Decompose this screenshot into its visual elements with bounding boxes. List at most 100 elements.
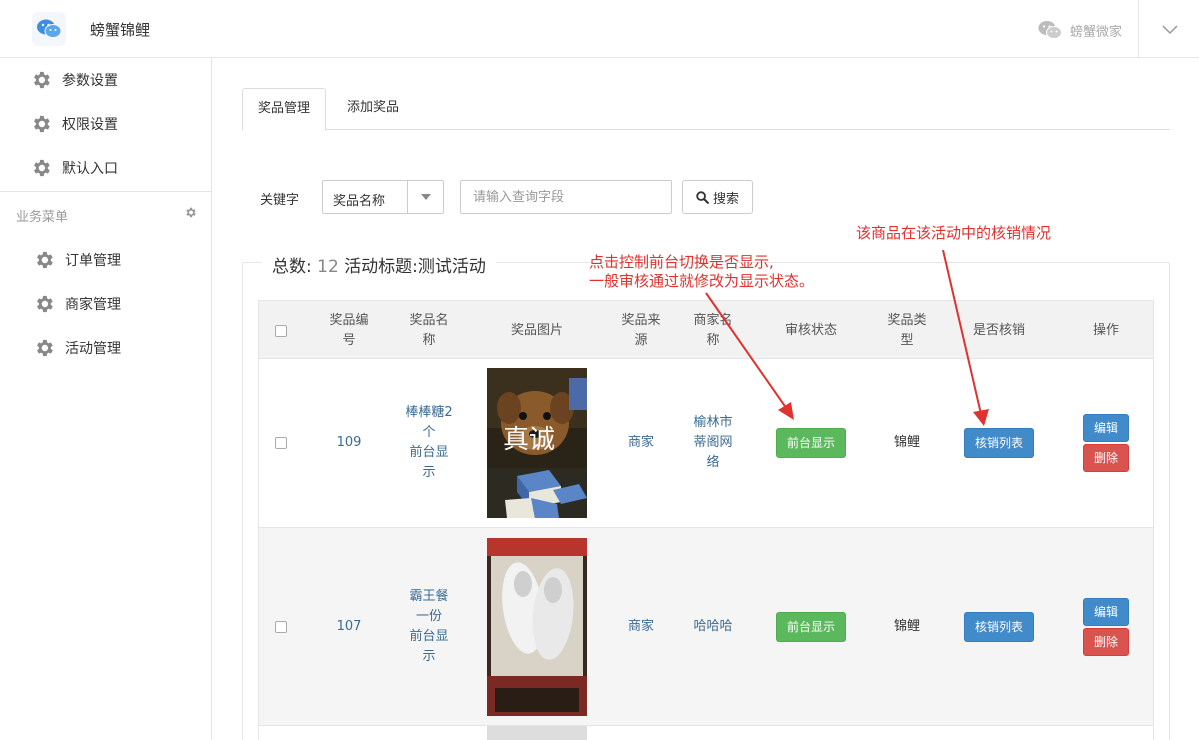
- top-header: 螃蟹锦鲤 螃蟹微家: [0, 0, 1199, 58]
- row-checkbox-cell: [259, 359, 303, 527]
- sidebar-item-label: 商家管理: [65, 297, 121, 313]
- review-note-line1: 点击控制前台切换是否显示,: [589, 253, 774, 271]
- table-header: 奖品编 号 奖品名 称 奖品图片 奖品来 源 商家名 称 审核状态 奖品类 型 …: [258, 300, 1154, 359]
- total-count: 12: [317, 257, 339, 277]
- row-checkbox[interactable]: [275, 437, 287, 449]
- review-toggle-button[interactable]: 前台显示: [776, 428, 846, 458]
- sidebar-item-label: 订单管理: [65, 253, 121, 269]
- gear-icon[interactable]: [184, 206, 197, 219]
- search-button-label: 搜索: [712, 191, 739, 207]
- verify-list-button[interactable]: 核销列表: [964, 428, 1034, 458]
- header-cell: 是否核销: [972, 322, 1025, 338]
- account-name: 螃蟹微家: [1069, 24, 1122, 40]
- header-cell: 奖品名 称: [409, 312, 449, 348]
- row-checkbox[interactable]: [275, 620, 287, 633]
- sidebar: 参数设置 权限设置 默认入口 业务菜单 订单管理 商家管理 活动管理: [0, 58, 212, 740]
- merchant-name: 哈哈哈: [693, 618, 733, 634]
- prize-name: 棒棒糖2 个 前台显 示: [405, 405, 453, 480]
- sidebar-item-label: 参数设置: [62, 73, 118, 89]
- prize-id: 109: [336, 435, 362, 450]
- tab-add-prize[interactable]: 添加奖品: [332, 88, 414, 130]
- sidebar-item-params[interactable]: 参数设置: [30, 68, 118, 92]
- prize-name: 霸王餐 一份 前台显 示: [409, 588, 449, 664]
- chevron-down-icon[interactable]: [1160, 22, 1180, 38]
- prize-image-cell: [487, 726, 587, 740]
- prize-id: 107: [336, 618, 362, 634]
- verify-annotation: 该商品在该活动中的核销情况: [856, 224, 1052, 242]
- actions-cell: 编辑 删除: [1059, 528, 1153, 725]
- delete-button[interactable]: 删除: [1083, 444, 1129, 472]
- header-cell: 奖品来 源: [621, 312, 661, 348]
- activity-label: 活动标题:: [344, 257, 418, 277]
- row-checkbox-cell: [259, 528, 303, 725]
- prize-image[interactable]: [487, 537, 587, 716]
- review-toggle-button[interactable]: 前台显示: [776, 611, 846, 642]
- header-cell: 奖品图片: [510, 322, 563, 338]
- keyword-label: 关键字: [260, 193, 300, 208]
- gear-icon: [37, 251, 53, 269]
- image-caption: 真诚: [503, 425, 555, 455]
- verify-list-button[interactable]: 核销列表: [964, 611, 1034, 642]
- review-note-line2: 一般审核通过就修改为显示状态。: [589, 272, 815, 290]
- total-label: 总数:: [272, 257, 312, 277]
- header-cell: 奖品编 号: [329, 312, 369, 348]
- sidebar-item-permissions[interactable]: 权限设置: [30, 112, 118, 136]
- delete-button[interactable]: 删除: [1083, 627, 1129, 656]
- sidebar-item-label: 活动管理: [65, 341, 121, 357]
- prize-image[interactable]: 真诚: [487, 368, 587, 518]
- prize-type: 锦鲤: [893, 435, 920, 450]
- search-bar: 关键字 奖品名称 搜索: [258, 180, 1158, 214]
- sidebar-item-label: 权限设置: [62, 117, 118, 133]
- table-row: [258, 726, 1154, 740]
- gear-icon: [34, 159, 50, 177]
- tab-prize-management[interactable]: 奖品管理: [242, 88, 327, 131]
- account-menu[interactable]: 螃蟹微家: [1038, 20, 1122, 40]
- sidebar-item-default-entry[interactable]: 默认入口: [30, 156, 118, 180]
- header-divider: [1138, 0, 1139, 58]
- edit-button[interactable]: 编辑: [1083, 414, 1129, 442]
- sidebar-item-orders[interactable]: 订单管理: [33, 248, 121, 272]
- review-status-cell: 前台显示: [761, 359, 861, 527]
- activity-title: 测试活动: [417, 257, 486, 277]
- prize-image-cell: 真诚: [477, 359, 597, 527]
- prize-image: [487, 726, 587, 740]
- prize-type: 锦鲤: [893, 618, 920, 634]
- verify-cell: 核销列表: [949, 528, 1049, 725]
- table-row: 107 霸王餐 一份 前台显 示 商家 哈哈哈 前台显示 锦鲤 核销列表 编辑 …: [258, 528, 1154, 726]
- sidebar-item-activities[interactable]: 活动管理: [33, 336, 121, 360]
- select-all-checkbox[interactable]: [275, 324, 287, 337]
- search-field-value: 奖品名称: [333, 194, 386, 209]
- prize-image-cell: [477, 528, 597, 725]
- search-field-select[interactable]: 奖品名称: [322, 180, 444, 214]
- gear-icon: [34, 115, 50, 133]
- wechat-logo-icon[interactable]: [32, 12, 66, 46]
- caret-down-icon: [407, 181, 443, 213]
- review-status-cell: 前台显示: [761, 528, 861, 725]
- sidebar-divider: [0, 191, 211, 192]
- prize-source: 商家: [627, 618, 654, 634]
- header-cell: 商家名 称: [693, 312, 733, 348]
- header-cell: 操作: [1092, 322, 1119, 338]
- header-cell: 奖品类 型: [887, 312, 927, 348]
- sidebar-section-title: 业务菜单: [16, 210, 69, 225]
- header-cell: 审核状态: [784, 322, 837, 338]
- prize-source: 商家: [627, 435, 654, 450]
- app-title: 螃蟹锦鲤: [90, 21, 151, 39]
- search-input[interactable]: [460, 180, 672, 214]
- search-button[interactable]: 搜索: [682, 180, 753, 214]
- actions-cell: 编辑 删除: [1059, 359, 1153, 527]
- tab-bar: 奖品管理 添加奖品: [242, 88, 1170, 131]
- header-checkbox-cell: [259, 301, 303, 360]
- review-annotation: 点击控制前台切换是否显示, 一般审核通过就修改为显示状态。: [589, 253, 814, 291]
- wechat-icon: [1038, 21, 1062, 39]
- gear-icon: [37, 295, 53, 313]
- edit-button[interactable]: 编辑: [1083, 597, 1129, 626]
- gear-icon: [34, 71, 50, 89]
- summary-legend: 总数: 12 活动标题:测试活动: [262, 252, 496, 277]
- merchant-name: 榆林市 蒂阁网 络: [693, 415, 733, 470]
- verify-cell: 核销列表: [949, 359, 1049, 527]
- search-icon: [696, 190, 709, 204]
- sidebar-item-merchants[interactable]: 商家管理: [33, 292, 121, 316]
- sidebar-item-label: 默认入口: [62, 161, 118, 177]
- gear-icon: [37, 339, 53, 357]
